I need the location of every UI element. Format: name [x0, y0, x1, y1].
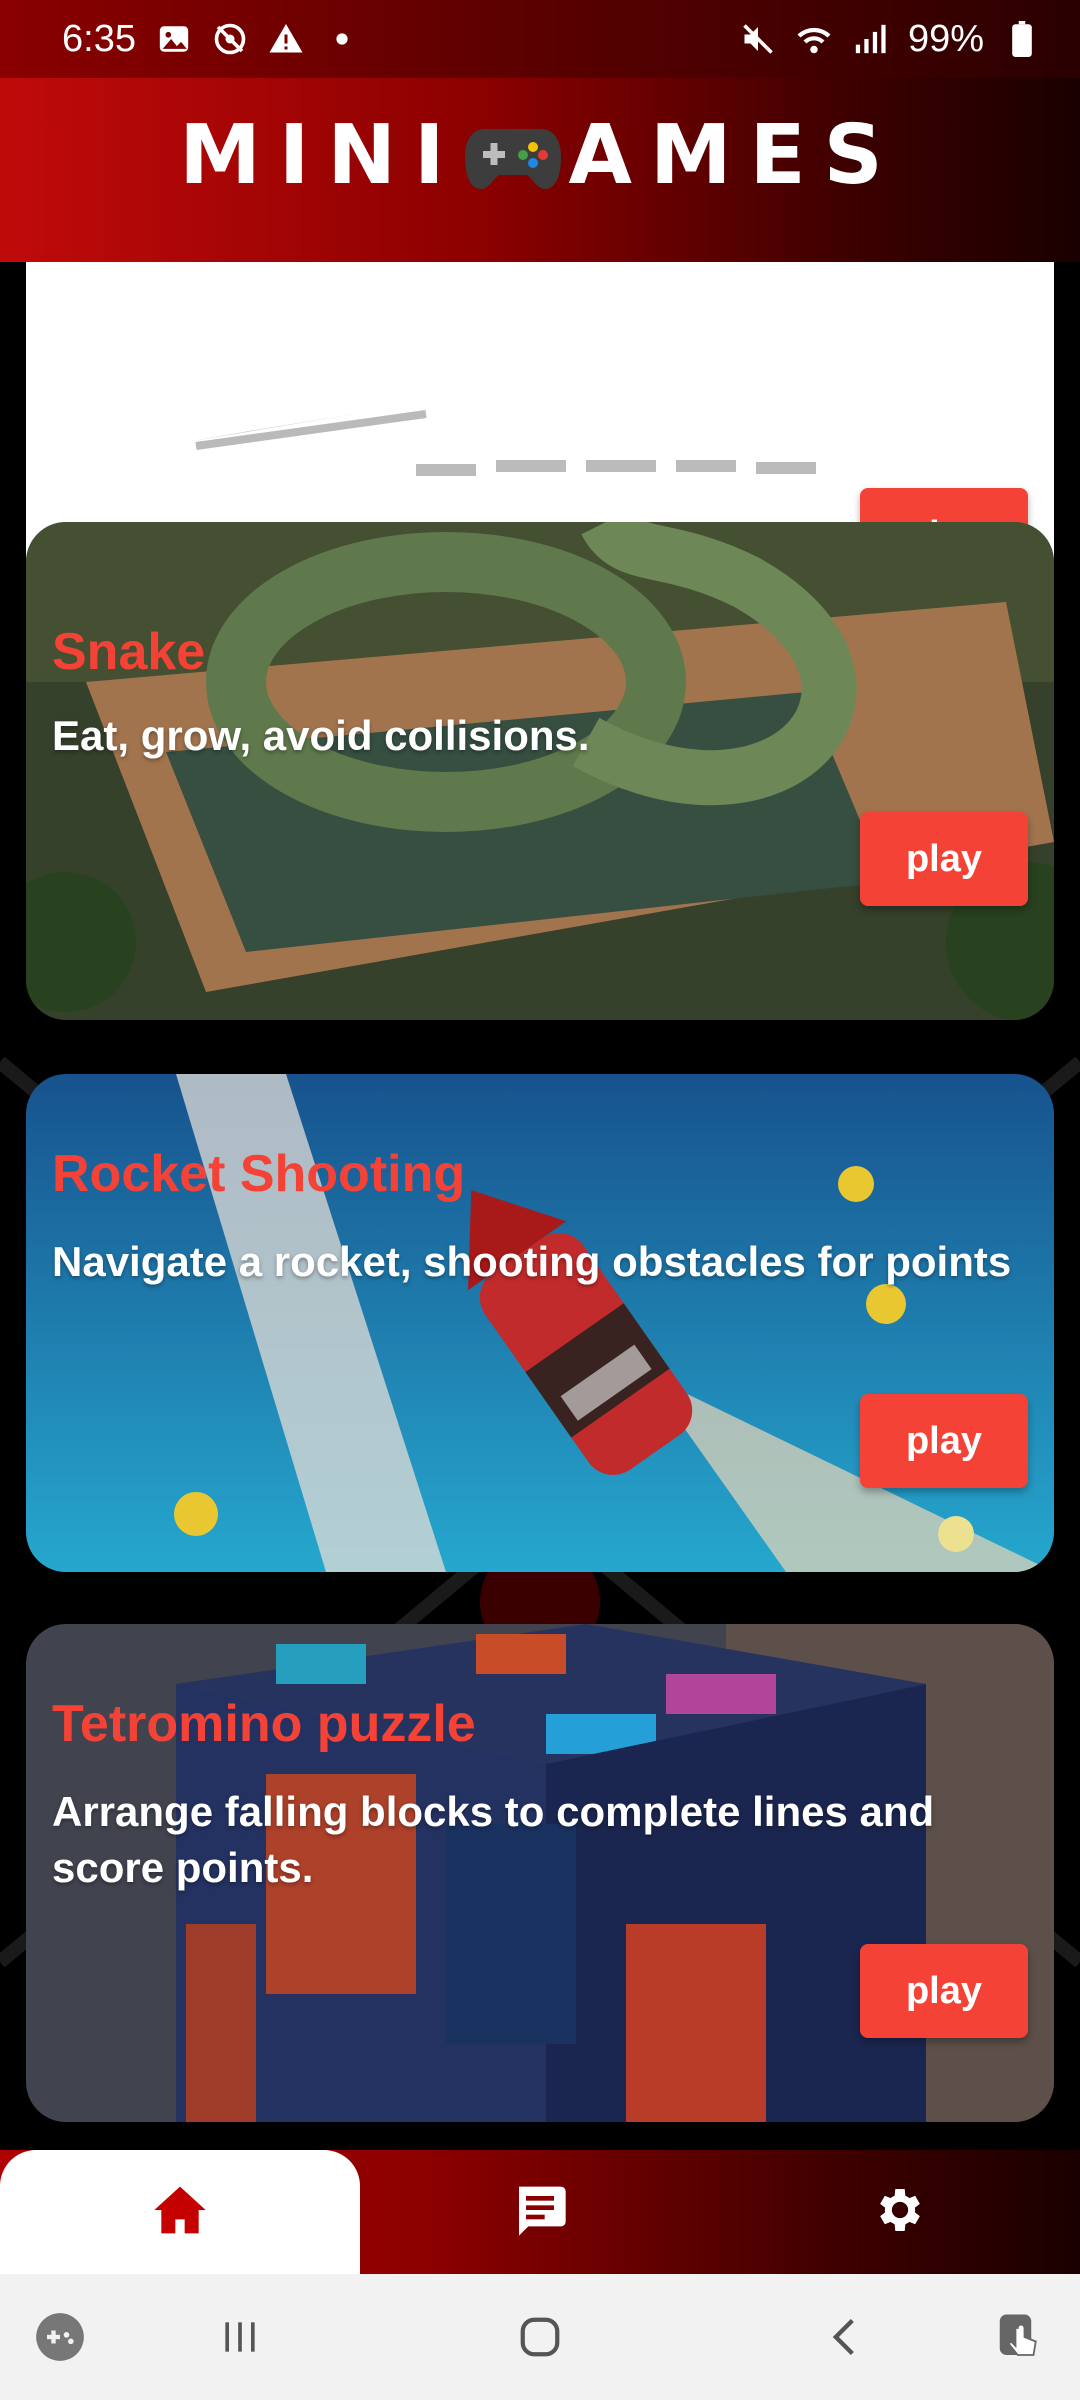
card-title: Rocket Shooting: [52, 1145, 466, 1203]
game-booster-icon[interactable]: [20, 2274, 100, 2400]
card-title: Tetromino puzzle: [52, 1695, 476, 1753]
gallery-notification-icon: [156, 21, 192, 57]
wifi-icon: [796, 21, 832, 57]
battery-percent: 99%: [907, 17, 984, 60]
snake-card-image: [26, 522, 1054, 1020]
card-description: Arrange falling blocks to complete lines…: [52, 1788, 935, 1891]
play-button[interactable]: play: [860, 1394, 1028, 1488]
bottom-navigation: [0, 2150, 1080, 2274]
nav-tab-messages[interactable]: [360, 2150, 720, 2274]
location-off-icon: [212, 21, 248, 57]
game-card-snake[interactable]: Snake Eat, grow, avoid collisions. play: [26, 522, 1054, 1020]
warning-icon: [268, 21, 304, 57]
notification-dot-icon: [324, 21, 360, 57]
card-title: Snake: [52, 623, 206, 681]
chat-icon: [511, 2182, 569, 2243]
home-button-icon[interactable]: [490, 2274, 590, 2400]
app-header: MINI AMES: [0, 78, 1080, 262]
app-title-part-1: MINI: [179, 107, 463, 203]
system-navigation-bar: [0, 2274, 1080, 2400]
card-description: Eat, grow, avoid collisions.: [52, 712, 590, 759]
game-card-tetromino-puzzle[interactable]: Tetromino puzzle Arrange falling blocks …: [26, 1624, 1054, 2122]
signal-icon: [852, 21, 888, 57]
recent-apps-icon[interactable]: [190, 2274, 290, 2400]
game-list[interactable]: play Snake Eat, grow, avoid collisions. …: [0, 262, 1080, 2150]
app-title-part-2: AMES: [568, 107, 901, 203]
game-card-rocket-shooting[interactable]: Rocket Shooting Navigate a rocket, shoot…: [26, 1074, 1054, 1572]
status-bar: 6:35 99%: [0, 0, 1080, 78]
settings-icon: [872, 2182, 928, 2243]
gamepad-icon: [463, 115, 563, 195]
status-right: 99%: [740, 18, 1040, 61]
nav-tab-home[interactable]: [0, 2150, 360, 2274]
app-title: MINI AMES: [179, 108, 900, 203]
nav-tab-settings[interactable]: [720, 2150, 1080, 2274]
card-description: Navigate a rocket, shooting obstacles fo…: [52, 1238, 1012, 1285]
status-time: 6:35: [62, 17, 136, 60]
play-button[interactable]: play: [860, 812, 1028, 906]
home-icon: [152, 2184, 208, 2241]
status-left: 6:35: [62, 18, 360, 61]
accessibility-touch-icon[interactable]: [980, 2274, 1060, 2400]
play-button[interactable]: play: [860, 1944, 1028, 2038]
back-icon[interactable]: [795, 2274, 895, 2400]
mute-icon: [740, 21, 776, 57]
battery-icon: [1004, 21, 1040, 57]
